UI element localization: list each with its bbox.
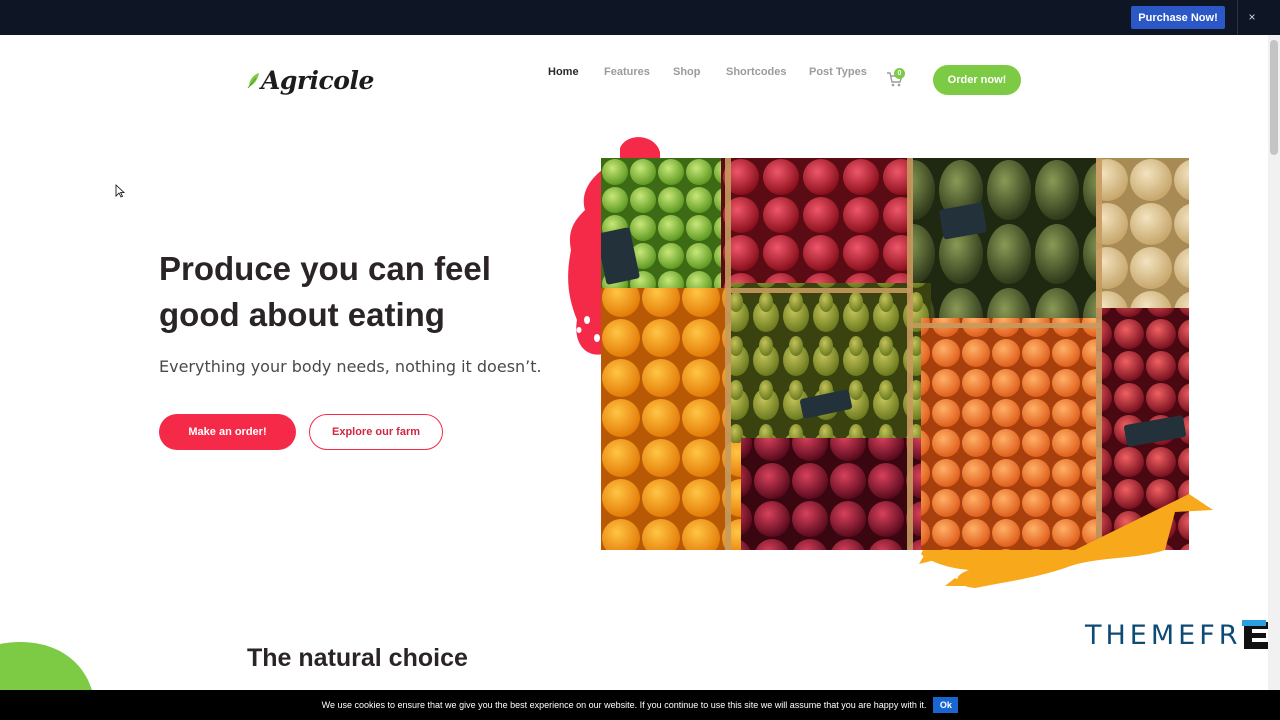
cookie-bar: We use cookies to ensure that we give yo… [0,690,1280,720]
nav-item-home[interactable]: Home [548,66,579,78]
leaf-icon [247,73,259,89]
top-bar: Purchase Now! × [0,0,1280,35]
make-order-button[interactable]: Make an order! [159,414,296,450]
explore-farm-button[interactable]: Explore our farm [309,414,443,450]
hero-title: Produce you can feel good about eating [159,250,491,333]
nav-item-shop[interactable]: Shop [673,66,701,78]
hero-subtitle: Everything your body needs, nothing it d… [159,357,542,376]
order-now-button[interactable]: Order now! [933,65,1021,95]
themefree-watermark: THEMEFR E [1085,616,1270,654]
cart-count-badge: 0 [894,68,905,79]
watermark-e-logo: E [1241,620,1268,649]
section-title: The natural choice [247,644,468,672]
close-icon[interactable]: × [1245,9,1259,25]
page-scrollbar[interactable] [1268,35,1280,690]
cookie-ok-button[interactable]: Ok [933,697,959,713]
watermark-text: THEMEFR [1085,619,1242,651]
logo-text: Agricole [261,65,374,95]
site-logo[interactable]: Agricole [247,62,374,98]
cookie-text: We use cookies to ensure that we give yo… [321,700,927,710]
scrollbar-thumb[interactable] [1270,40,1278,155]
topbar-divider [1237,0,1238,35]
purchase-now-button[interactable]: Purchase Now! [1131,6,1225,29]
nav-item-shortcodes[interactable]: Shortcodes [726,66,787,78]
yellow-paint-blob [919,494,1213,588]
cursor-icon [115,184,125,198]
nav-item-features[interactable]: Features [604,66,650,78]
nav-item-post-types[interactable]: Post Types [809,66,867,78]
green-paint-blob [0,641,92,690]
